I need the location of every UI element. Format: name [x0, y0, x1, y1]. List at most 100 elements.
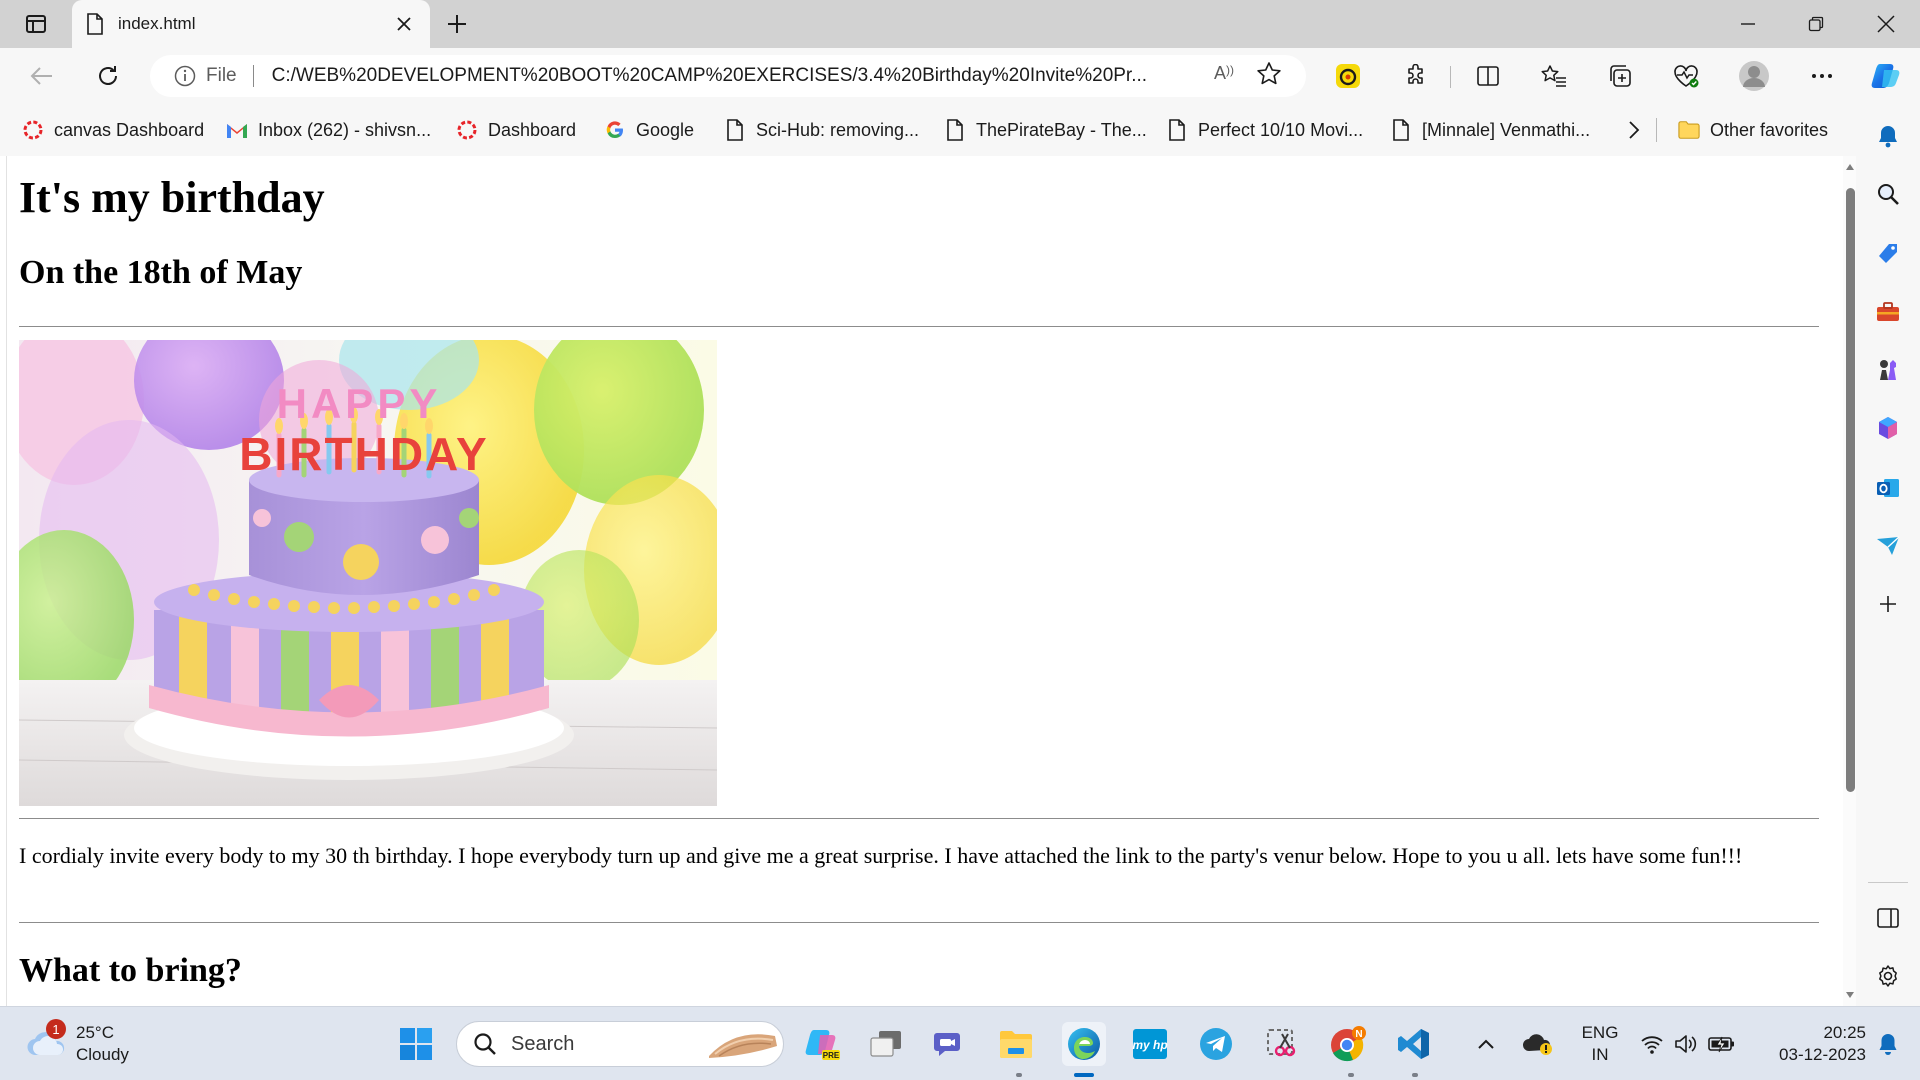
sidebar-divider	[1868, 882, 1908, 883]
folder-icon	[1678, 119, 1700, 141]
favorite-label: [Minnale] Venmathi...	[1422, 119, 1591, 140]
taskbar-meet[interactable]	[928, 1022, 972, 1066]
sidebar-notifications[interactable]	[1870, 118, 1906, 154]
quick-settings-button[interactable]	[1636, 1022, 1740, 1066]
taskbar-snipping-tool[interactable]	[1260, 1022, 1304, 1066]
battery-icon	[1708, 1036, 1734, 1053]
split-screen-button[interactable]	[1470, 58, 1506, 94]
language-indicator[interactable]: ENG IN	[1574, 1021, 1626, 1069]
add-favorite-button[interactable]	[1256, 61, 1282, 92]
url-text[interactable]: C:/WEB%20DEVELOPMENT%20BOOT%20CAMP%20EXE…	[272, 65, 1172, 87]
cake-text-happy: HAPPY	[277, 380, 442, 427]
profile-button[interactable]	[1736, 58, 1772, 94]
favorite-canvas-dashboard[interactable]: canvas Dashboard	[22, 116, 204, 144]
back-button[interactable]	[24, 58, 60, 94]
collections-button[interactable]	[1602, 58, 1638, 94]
refresh-button[interactable]	[90, 58, 126, 94]
taskbar-vscode[interactable]	[1392, 1022, 1436, 1066]
taskbar-task-view[interactable]	[864, 1022, 908, 1066]
copilot-icon	[1871, 64, 1900, 88]
favorite-thepiratebay[interactable]: ThePirateBay - The...	[944, 116, 1147, 144]
taskbar-file-explorer[interactable]	[994, 1022, 1038, 1066]
language-code: ENG	[1581, 1023, 1619, 1042]
taskbar-chrome[interactable]: N	[1326, 1022, 1370, 1066]
sidebar-hide-button[interactable]	[1870, 900, 1906, 936]
sidebar-drop[interactable]	[1870, 528, 1906, 564]
panel-icon	[1877, 908, 1899, 928]
tab-actions-button[interactable]	[8, 0, 64, 48]
search-icon	[474, 1033, 496, 1055]
chrome-icon: N	[1331, 1026, 1366, 1062]
favorite-dashboard[interactable]: Dashboard	[456, 116, 576, 144]
clock[interactable]: 20:25 03-12-2023	[1746, 1021, 1866, 1069]
chevron-right-icon	[1629, 121, 1640, 139]
sidebar-add-button[interactable]	[1870, 586, 1906, 622]
taskbar-myhp[interactable]: my hp	[1128, 1022, 1172, 1066]
weather-badge: 1	[46, 1019, 66, 1039]
taskbar-edge[interactable]	[1062, 1022, 1106, 1066]
other-favorites-folder[interactable]: Other favorites	[1678, 116, 1828, 144]
address-bar[interactable]: File C:/WEB%20DEVELOPMENT%20BOOT%20CAMP%…	[150, 55, 1306, 97]
taskbar-telegram[interactable]	[1194, 1022, 1238, 1066]
gear-icon	[1879, 965, 1897, 987]
start-button[interactable]	[394, 1022, 438, 1066]
restore-icon	[1808, 16, 1824, 32]
notification-center-button[interactable]	[1870, 1022, 1906, 1066]
sidebar-settings[interactable]	[1870, 958, 1906, 994]
sidebar-shopping[interactable]	[1870, 236, 1906, 272]
video-chat-icon	[934, 1033, 960, 1056]
sidebar-tools[interactable]	[1870, 294, 1906, 330]
page-icon	[944, 119, 966, 141]
extension-app-icon	[1336, 64, 1360, 88]
sidebar-search[interactable]	[1870, 176, 1906, 212]
tab-index-html[interactable]: index.html	[72, 0, 430, 48]
page-icon	[724, 119, 746, 141]
star-icon	[1257, 62, 1281, 85]
scrollbar-thumb[interactable]	[1846, 188, 1855, 792]
extension-button[interactable]	[1330, 58, 1366, 94]
new-tab-button[interactable]	[440, 8, 474, 40]
close-window-button[interactable]	[1852, 0, 1920, 48]
google-icon	[604, 119, 626, 141]
avatar	[1739, 61, 1769, 91]
chrome-profile-badge: N	[1355, 1029, 1362, 1040]
favorite-perfect-movies[interactable]: Perfect 10/10 Movi...	[1166, 116, 1363, 144]
restore-button[interactable]	[1782, 0, 1850, 48]
settings-and-more-button[interactable]	[1804, 58, 1840, 94]
more-favorites-button[interactable]	[1628, 116, 1640, 144]
weather-widget[interactable]: 1 25°C Cloudy	[26, 1019, 186, 1069]
search-label: Search	[511, 1032, 575, 1055]
scroll-down-icon[interactable]	[1845, 990, 1855, 1000]
onedrive-tray-icon[interactable]	[1518, 1022, 1558, 1066]
copilot-button[interactable]	[1868, 58, 1904, 94]
birthday-cake-image: HAPPY BIRTHDAY	[19, 340, 717, 806]
search-highlight-icon	[709, 1034, 777, 1058]
invite-paragraph: I cordialy invite every body to my 30 th…	[19, 843, 1743, 868]
scroll-up-icon[interactable]	[1845, 162, 1855, 172]
favorite-label: Perfect 10/10 Movi...	[1198, 119, 1364, 140]
extensions-button[interactable]	[1398, 58, 1434, 94]
sidebar-games[interactable]	[1870, 352, 1906, 388]
favorites-button[interactable]	[1536, 58, 1572, 94]
minimize-button[interactable]	[1714, 0, 1782, 48]
collections-icon	[1610, 65, 1631, 87]
favorite-gmail-inbox[interactable]: Inbox (262) - shivsn...	[226, 116, 431, 144]
tab-close-button[interactable]	[392, 12, 416, 36]
page-heading: It's my birthday	[19, 173, 325, 222]
favorite-sci-hub[interactable]: Sci-Hub: removing...	[724, 116, 919, 144]
sidebar-outlook[interactable]	[1870, 470, 1906, 506]
read-aloud-button[interactable]: A))	[1214, 63, 1234, 84]
taskbar-search[interactable]: Search	[456, 1021, 784, 1067]
svg-text:my hp: my hp	[1132, 1038, 1167, 1052]
favorite-google[interactable]: Google	[604, 116, 694, 144]
weather-temperature: 25°C	[76, 1023, 114, 1042]
browser-essentials-button[interactable]	[1668, 58, 1704, 94]
show-hidden-icons-button[interactable]	[1470, 1022, 1502, 1066]
favorite-minnale[interactable]: [Minnale] Venmathi...	[1390, 116, 1590, 144]
close-icon	[397, 17, 411, 31]
sidebar-microsoft-365[interactable]	[1870, 410, 1906, 446]
tag-icon	[1879, 244, 1897, 263]
vertical-scrollbar[interactable]	[1843, 156, 1856, 1006]
taskbar-copilot[interactable]: PRE	[800, 1022, 844, 1066]
send-icon	[1877, 536, 1900, 555]
